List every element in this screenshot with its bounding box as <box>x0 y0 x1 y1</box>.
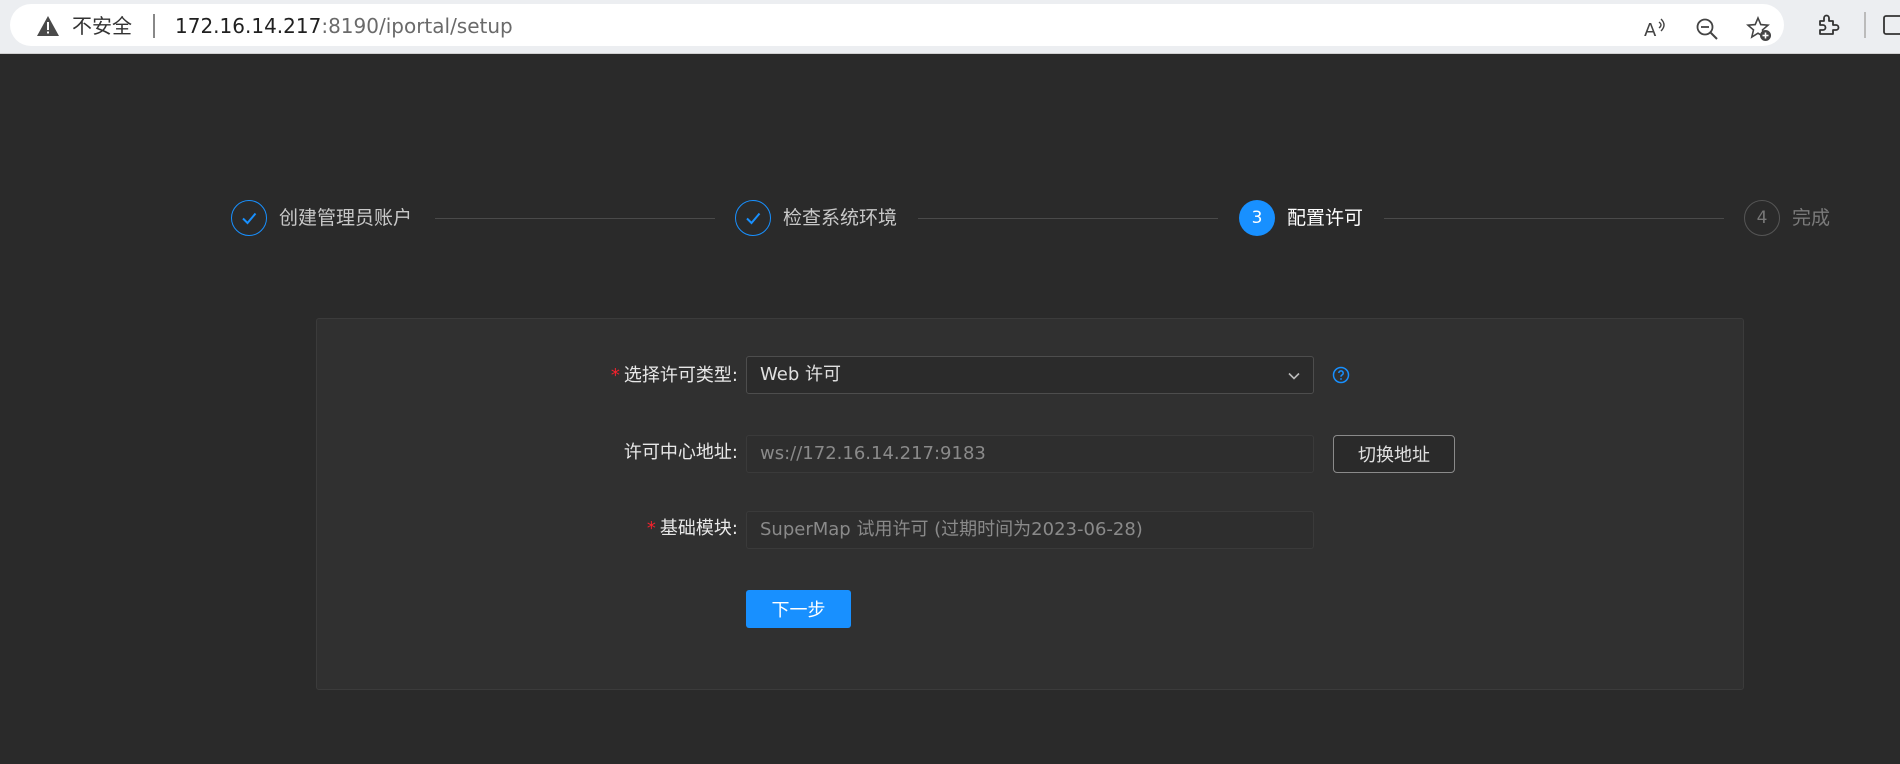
svg-text:A: A <box>1644 20 1657 41</box>
url-host: 172.16.14.217 <box>175 14 322 38</box>
base-module-value: SuperMap 试用许可 (过期时间为2023-06-28) <box>760 519 1143 540</box>
url-path: :8190/iportal/setup <box>321 14 513 38</box>
base-module-label-text: 基础模块: <box>659 518 738 539</box>
step-1-circle <box>231 200 267 236</box>
license-type-select[interactable]: Web 许可 <box>746 356 1314 394</box>
security-label[interactable]: 不安全 <box>72 15 132 37</box>
step-2-circle <box>735 200 771 236</box>
help-icon[interactable] <box>1332 366 1350 384</box>
zoom-out-icon[interactable] <box>1694 16 1720 42</box>
step-4-label: 完成 <box>1792 207 1831 229</box>
favorite-add-icon[interactable] <box>1746 15 1772 42</box>
address-bar[interactable]: 不安全 172.16.14.217:8190/iportal/setup A <box>10 4 1784 46</box>
step-connector <box>1384 218 1724 219</box>
step-1-label: 创建管理员账户 <box>279 207 413 229</box>
switch-address-button[interactable]: 切换地址 <box>1333 435 1455 473</box>
required-mark: * <box>610 365 620 386</box>
url-text[interactable]: 172.16.14.217:8190/iportal/setup <box>175 15 513 37</box>
license-type-label-text: 选择许可类型: <box>623 365 738 386</box>
step-3-label: 配置许可 <box>1287 207 1364 229</box>
step-2-label: 检查系统环境 <box>783 207 898 229</box>
address-divider <box>153 14 155 38</box>
step-4-circle: 4 <box>1744 200 1780 236</box>
step-connector <box>435 218 715 219</box>
warning-icon[interactable] <box>36 15 60 37</box>
chevron-down-icon <box>1288 372 1300 380</box>
license-center-value: ws://172.16.14.217:9183 <box>760 443 986 464</box>
license-center-field: ws://172.16.14.217:9183 <box>746 435 1314 473</box>
base-module-label: * 基础模块: <box>647 518 738 540</box>
check-icon <box>746 212 761 225</box>
browser-toolbar: 不安全 172.16.14.217:8190/iportal/setup A <box>0 0 1900 54</box>
check-icon <box>242 212 257 225</box>
license-type-value: Web 许可 <box>760 364 841 385</box>
setup-steps: 创建管理员账户 检查系统环境 3 配置许可 4 完成 <box>0 200 1900 244</box>
license-type-label: * 选择许可类型: <box>611 365 738 387</box>
read-aloud-icon[interactable]: A <box>1642 16 1668 42</box>
toolbar-separator <box>1864 12 1866 38</box>
step-3-circle: 3 <box>1239 200 1275 236</box>
next-button[interactable]: 下一步 <box>746 590 851 628</box>
base-module-field: SuperMap 试用许可 (过期时间为2023-06-28) <box>746 511 1314 549</box>
required-mark: * <box>646 518 656 539</box>
split-screen-icon[interactable] <box>1882 12 1900 38</box>
license-center-label: 许可中心地址: <box>623 442 738 463</box>
step-connector <box>918 218 1218 219</box>
extensions-icon[interactable] <box>1815 12 1841 38</box>
